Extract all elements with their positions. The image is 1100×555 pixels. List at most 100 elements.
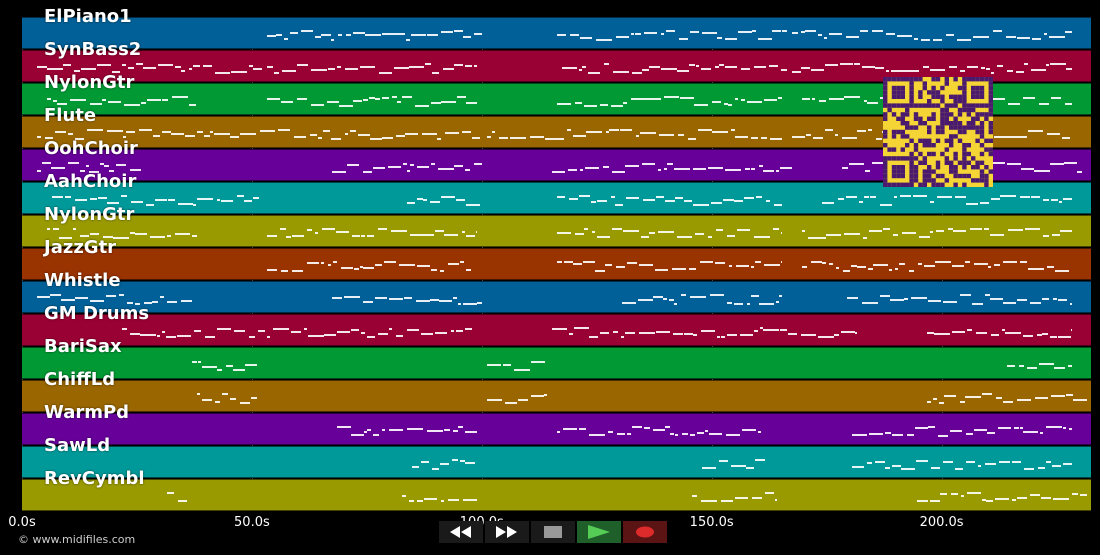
- track-row[interactable]: [22, 446, 1091, 478]
- note: [868, 129, 872, 131]
- note: [580, 169, 583, 171]
- note: [178, 500, 187, 502]
- note: [1027, 367, 1037, 369]
- note: [1070, 303, 1072, 305]
- note: [181, 300, 192, 302]
- note: [801, 334, 816, 336]
- note: [514, 369, 530, 371]
- note: [841, 331, 855, 333]
- track-row[interactable]: [22, 314, 1091, 346]
- note: [715, 66, 719, 68]
- note: [453, 430, 458, 432]
- note: [321, 34, 331, 36]
- note: [865, 170, 870, 172]
- note: [604, 63, 609, 65]
- note: [641, 236, 649, 238]
- note: [694, 104, 708, 106]
- note: [456, 199, 465, 201]
- note: [642, 163, 655, 165]
- track-row[interactable]: [22, 347, 1091, 379]
- note: [1066, 68, 1072, 70]
- track-row[interactable]: [22, 17, 1091, 49]
- note: [613, 71, 629, 73]
- note: [684, 333, 693, 335]
- note: [727, 302, 732, 304]
- note: [557, 196, 565, 198]
- note: [745, 168, 750, 170]
- note: [615, 204, 623, 206]
- note: [1065, 31, 1072, 33]
- note: [122, 64, 126, 66]
- note: [465, 65, 472, 67]
- note: [1040, 432, 1043, 434]
- fast-forward-button[interactable]: [485, 521, 529, 543]
- note: [930, 201, 934, 203]
- note: [253, 68, 262, 70]
- stop-button[interactable]: [531, 521, 575, 543]
- note: [345, 133, 348, 135]
- note: [721, 500, 733, 502]
- note: [81, 68, 96, 70]
- note: [214, 133, 230, 135]
- note: [825, 129, 833, 131]
- note: [579, 69, 582, 71]
- note: [472, 137, 480, 139]
- note: [900, 195, 911, 197]
- note: [973, 36, 989, 38]
- note: [453, 297, 457, 299]
- note: [836, 267, 839, 269]
- note: [930, 69, 945, 71]
- note: [1044, 33, 1047, 35]
- note: [382, 97, 389, 99]
- note: [999, 461, 1010, 463]
- note: [781, 261, 782, 263]
- note: [826, 234, 841, 236]
- note: [292, 235, 304, 237]
- note: [407, 329, 419, 331]
- note: [382, 429, 385, 431]
- track-row[interactable]: [22, 479, 1091, 511]
- note: [204, 135, 210, 137]
- note: [435, 230, 444, 232]
- note: [849, 163, 864, 165]
- note: [773, 228, 779, 230]
- note: [892, 434, 903, 436]
- record-button[interactable]: [623, 521, 667, 543]
- note: [1063, 463, 1072, 465]
- note: [774, 204, 782, 206]
- note: [972, 303, 983, 305]
- note: [162, 131, 171, 133]
- note: [454, 165, 463, 167]
- play-button[interactable]: [577, 521, 621, 543]
- rewind-button[interactable]: [439, 521, 483, 543]
- note: [160, 296, 164, 298]
- note: [695, 233, 704, 235]
- note: [360, 66, 371, 68]
- track-row[interactable]: [22, 413, 1091, 445]
- note: [717, 37, 722, 39]
- note: [765, 492, 774, 494]
- note: [445, 132, 459, 134]
- note: [792, 136, 805, 138]
- track-row[interactable]: [22, 380, 1091, 412]
- note: [438, 168, 454, 170]
- note: [597, 236, 610, 238]
- note: [857, 266, 866, 268]
- note: [666, 30, 675, 32]
- note: [245, 364, 257, 366]
- note: [75, 138, 84, 140]
- track-row[interactable]: [22, 281, 1091, 313]
- note: [123, 136, 126, 138]
- note: [965, 261, 970, 263]
- note: [708, 167, 723, 169]
- note: [1047, 133, 1060, 135]
- track-row[interactable]: [22, 248, 1091, 280]
- note: [902, 232, 916, 234]
- note: [397, 101, 401, 103]
- note: [636, 135, 639, 137]
- note: [698, 129, 712, 131]
- track-row[interactable]: [22, 215, 1091, 247]
- note: [202, 399, 212, 401]
- note: [967, 492, 981, 494]
- note: [107, 202, 119, 204]
